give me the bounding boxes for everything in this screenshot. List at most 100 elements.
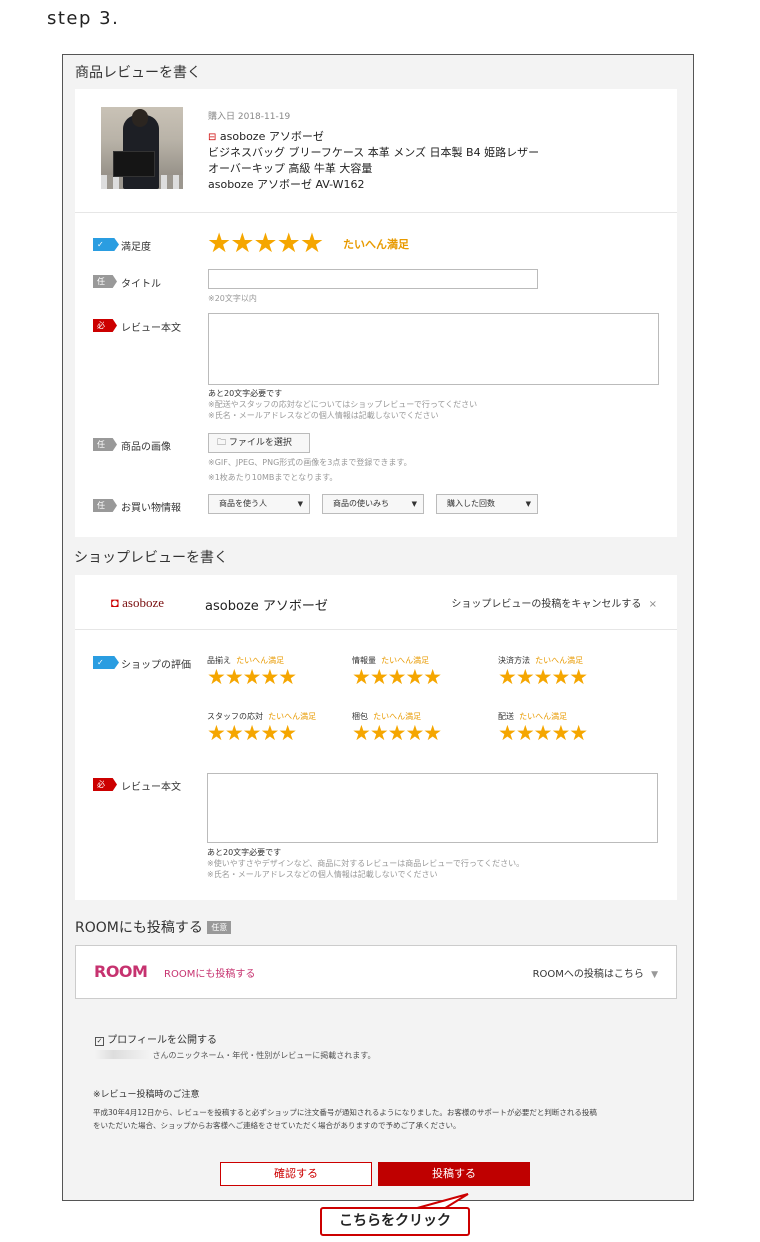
checkbox-icon[interactable]: ✓ [95, 1037, 104, 1046]
rating-delivery[interactable]: 配送 たいへん満足 ★★★★★ [498, 711, 628, 744]
file-select-button[interactable]: 🗀 ファイルを選択 [208, 433, 310, 453]
select-purchase-count[interactable]: 購入した回数 ▼ [436, 494, 538, 514]
room-logo: ROOM [94, 962, 148, 981]
rating-stars[interactable]: ★★★★★ [207, 722, 337, 744]
review-body-textarea[interactable] [208, 313, 659, 385]
shop-name: asoboze アソボーゼ [205, 599, 328, 614]
product-shop[interactable]: ⊟ asoboze アソボーゼ [208, 129, 324, 146]
rating-stars[interactable]: ★★★★★ [352, 666, 482, 688]
cancel-shop-review[interactable]: ショップレビューの投稿をキャンセルする × [451, 595, 657, 610]
step-title: step 3. [47, 8, 120, 29]
post-button[interactable]: 投稿する [378, 1162, 530, 1186]
rating-packing[interactable]: 梱包 たいへん満足 ★★★★★ [352, 711, 482, 744]
shop-body-label: レビュー本文 [121, 782, 181, 793]
notice-line-2: をいただいた場合、ショップからお客様へご連絡をさせていただく場合がありますので予… [93, 1121, 461, 1130]
product-review-card: 購入日 2018-11-19 ⊟ asoboze アソボーゼ ビジネスバッグ ブ… [75, 89, 677, 537]
satisfaction-label: 満足度 [121, 242, 151, 253]
rating-information[interactable]: 情報量 たいへん満足 ★★★★★ [352, 655, 482, 688]
room-toggle[interactable]: ROOMへの投稿はこちら ▼ [533, 965, 658, 980]
rating-label: スタッフの応対 [207, 712, 263, 721]
divider [75, 629, 677, 630]
image-label: 商品の画像 [121, 442, 171, 453]
rating-stars[interactable]: ★★★★★ [498, 722, 628, 744]
dropdown-arrow-icon: ▼ [297, 500, 303, 508]
divider [75, 212, 677, 213]
satisfaction-text: たいへん満足 [343, 238, 409, 251]
profile-note: さんのニックネーム・年代・性別がレビューに掲載されます。 [95, 1050, 376, 1061]
room-card[interactable]: ROOM ROOMにも投稿する ROOMへの投稿はこちら ▼ [75, 945, 677, 999]
rating-value: たいへん満足 [381, 656, 430, 665]
select-usage[interactable]: 商品の使いみち ▼ [322, 494, 424, 514]
profile-checkbox-label: プロフィールを公開する [107, 1035, 217, 1046]
product-image [101, 107, 183, 189]
dropdown-arrow-icon: ▼ [525, 500, 531, 508]
close-icon: × [648, 599, 657, 610]
required-tag: 必須 [93, 319, 117, 332]
optional-tag: 任意 [93, 499, 117, 512]
shop-eval-label: ショップの評価 [121, 660, 191, 671]
rating-staff[interactable]: スタッフの応対 たいへん満足 ★★★★★ [207, 711, 337, 744]
dropdown-arrow-icon: ▼ [411, 500, 417, 508]
select-purchase-count-value: 購入した回数 [447, 499, 495, 508]
shop-body-remaining: あと20文字必要です [207, 848, 282, 857]
file-select-label: ファイルを選択 [228, 438, 292, 448]
shop-review-body-textarea[interactable] [207, 773, 658, 843]
check-icon: ✓ [97, 240, 104, 249]
body-remaining: あと20文字必要です [208, 389, 283, 398]
title-label: タイトル [121, 279, 161, 290]
rating-value: たいへん満足 [236, 656, 285, 665]
optional-tag: 任意 [207, 921, 232, 934]
shopping-label: お買い物情報 [121, 503, 181, 514]
select-usage-value: 商品の使いみち [333, 499, 389, 508]
profile-public-checkbox[interactable]: ✓ プロフィールを公開する [95, 1031, 217, 1046]
shop-review-heading: ショップレビューを書く [74, 550, 228, 566]
room-heading-text: ROOMにも投稿する [75, 920, 203, 936]
rating-label: 情報量 [352, 656, 376, 665]
rating-label: 梱包 [352, 712, 368, 721]
notice-line-1: 平成30年4月12日から、レビューを投稿すると必ずショップに注文番号が通知される… [93, 1108, 597, 1117]
rating-label: 品揃え [207, 656, 231, 665]
rating-stars[interactable]: ★★★★★ [352, 722, 482, 744]
shop-logo-text: asoboze [122, 595, 164, 610]
body-hint-2: ※氏名・メールアドレスなどの個人情報は記載しないでください [208, 411, 439, 420]
notice-body: 平成30年4月12日から、レビューを投稿すると必ずショップに注文番号が通知される… [93, 1106, 673, 1132]
rating-label: 配送 [498, 712, 514, 721]
room-heading: ROOMにも投稿する 任意 [75, 917, 232, 937]
check-tag: ✓ [93, 656, 119, 669]
room-link[interactable]: ROOMにも投稿する [164, 965, 255, 980]
shop-review-card: ◘ asoboze asoboze アソボーゼ ショップレビューの投稿をキャンセ… [75, 575, 677, 900]
optional-tag: 任意 [93, 275, 117, 288]
product-name-line-3: asoboze アソボーゼ AV-W162 [208, 178, 365, 191]
rating-payment[interactable]: 決済方法 たいへん満足 ★★★★★ [498, 655, 628, 688]
shop-logo-icon: ◘ [111, 595, 119, 610]
folder-icon: 🗀 [217, 438, 227, 448]
rating-value: たいへん満足 [519, 712, 568, 721]
notice-heading: ※レビュー投稿時のご注意 [93, 1090, 200, 1100]
check-icon: ✓ [97, 658, 104, 667]
rating-assortment[interactable]: 品揃え たいへん満足 ★★★★★ [207, 655, 337, 688]
purchase-date: 購入日 2018-11-19 [208, 112, 291, 122]
body-label: レビュー本文 [121, 323, 181, 334]
optional-tag: 任意 [93, 438, 117, 451]
confirm-button[interactable]: 確認する [220, 1162, 372, 1186]
shop-body-hint-1: ※使いやすさやデザインなど、商品に対するレビューは商品レビューで行ってください。 [207, 859, 525, 868]
blurred-username [95, 1050, 150, 1059]
room-toggle-label: ROOMへの投稿はこちら [532, 969, 644, 980]
review-form-frame: 商品レビューを書く 購入日 2018-11-19 ⊟ asoboze アソボーゼ… [62, 54, 694, 1201]
shop-body-hint-2: ※氏名・メールアドレスなどの個人情報は記載しないでください [207, 870, 438, 879]
title-hint: ※20文字以内 [208, 294, 257, 303]
select-user-value: 商品を使う人 [219, 499, 267, 508]
rating-stars[interactable]: ★★★★★ [207, 666, 337, 688]
product-name[interactable]: ビジネスバッグ ブリーフケース 本革 メンズ 日本製 B4 姫路レザー オーバー… [208, 145, 539, 193]
profile-note-text: さんのニックネーム・年代・性別がレビューに掲載されます。 [152, 1051, 376, 1060]
title-input[interactable] [208, 269, 538, 289]
product-shop-name: asoboze アソボーゼ [219, 130, 324, 143]
shop-icon: ⊟ [208, 132, 217, 143]
select-user[interactable]: 商品を使う人 ▼ [208, 494, 310, 514]
rating-value: たいへん満足 [268, 712, 317, 721]
rating-label: 決済方法 [498, 656, 530, 665]
satisfaction-stars[interactable]: ★★★★★ [207, 229, 324, 259]
required-tag: 必須 [93, 778, 117, 791]
rating-stars[interactable]: ★★★★★ [498, 666, 628, 688]
cancel-shop-review-label: ショップレビューの投稿をキャンセルする [451, 599, 642, 610]
